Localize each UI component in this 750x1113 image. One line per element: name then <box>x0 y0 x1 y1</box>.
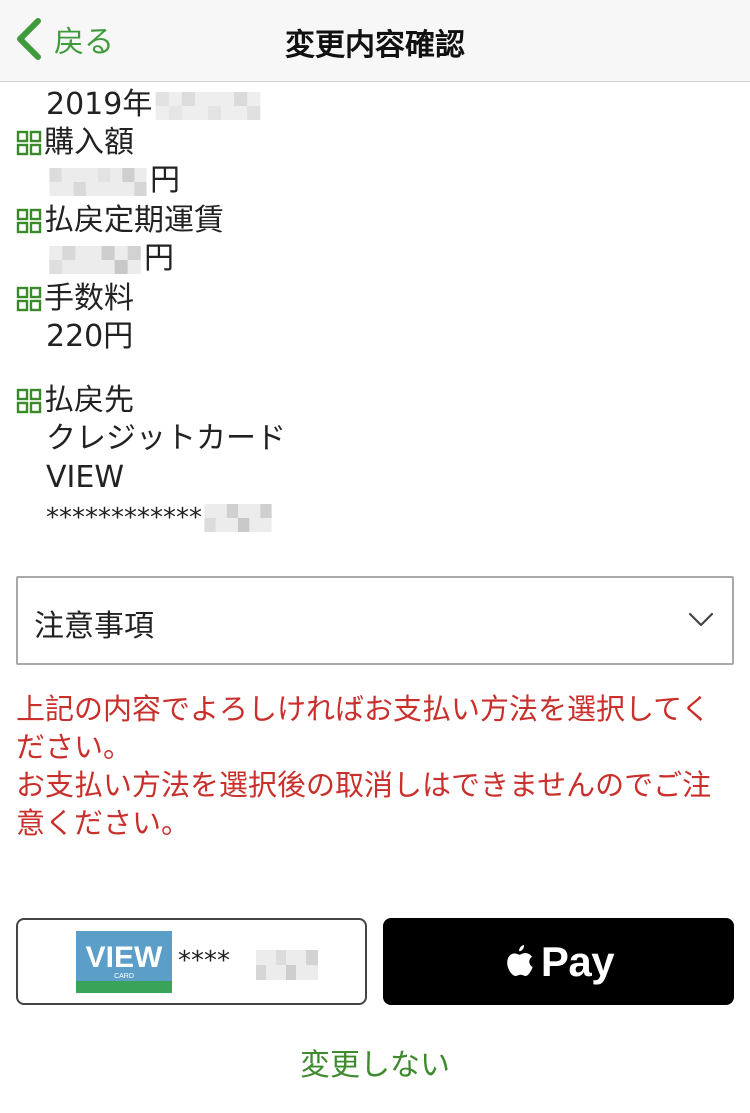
apple-pay-label: Pay <box>540 937 615 985</box>
fee-heading: 手数料 <box>16 280 134 318</box>
card-number-mask: ************ <box>46 503 202 533</box>
warning-message: 上記の内容でよろしければお支払い方法を選択してください。 お支払い方法を選択後の… <box>16 690 736 842</box>
redacted-mosaic <box>156 91 261 120</box>
warning-line-1: 上記の内容でよろしければお支払い方法を選択してください。 <box>16 692 711 764</box>
chevron-down-icon <box>688 612 714 627</box>
card-brand: VIEW <box>46 460 124 495</box>
refund-fare-label: 払戻定期運賃 <box>44 203 224 238</box>
date-value: 2019年 <box>46 87 153 122</box>
refund-destination-label: 払戻先 <box>44 383 134 418</box>
warning-line-2: お支払い方法を選択後の取消しはできませんのでご注意ください。 <box>16 768 712 840</box>
notes-accordion-label: 注意事項 <box>34 609 154 644</box>
card-number: ************ <box>46 498 274 537</box>
cancel-change-link[interactable]: 変更しない <box>0 1040 750 1084</box>
view-card-logo: VIEW CARD <box>76 931 172 993</box>
purchase-amount-label: 購入額 <box>44 125 134 160</box>
apple-pay-button[interactable]: Pay <box>383 918 734 1005</box>
refund-destination-heading: 払戻先 <box>16 382 134 420</box>
grid-icon <box>16 208 42 234</box>
refund-fare-unit: 円 <box>144 241 174 276</box>
date-row: 2019年 <box>46 86 264 124</box>
purchase-amount-value: 円 <box>46 162 180 200</box>
redacted-mosaic <box>49 167 147 196</box>
fee-value: 220円 <box>46 319 134 354</box>
purchase-amount-heading: 購入額 <box>16 124 134 162</box>
view-card-logo-sub: CARD <box>114 973 134 980</box>
apple-logo-icon <box>507 944 533 976</box>
notes-accordion[interactable]: 注意事項 <box>16 576 734 665</box>
page-title: 変更内容確認 <box>285 28 465 63</box>
view-card-logo-text: VIEW <box>86 941 163 974</box>
grid-icon <box>16 388 42 414</box>
grid-icon <box>16 130 42 156</box>
view-card-payment-button[interactable]: VIEW CARD **** <box>16 918 367 1005</box>
purchase-amount-unit: 円 <box>150 163 180 198</box>
card-mask: **** <box>178 946 230 976</box>
redacted-mosaic <box>256 950 318 980</box>
redacted-mosaic <box>204 503 272 532</box>
refund-fare-heading: 払戻定期運賃 <box>16 202 224 240</box>
fee-label: 手数料 <box>44 281 134 316</box>
refund-fare-value: 円 <box>46 240 174 278</box>
navigation-bar: 戻る 変更内容確認 <box>0 0 750 82</box>
grid-icon <box>16 286 42 312</box>
redacted-mosaic <box>49 245 141 274</box>
refund-method: クレジットカード <box>46 421 286 456</box>
